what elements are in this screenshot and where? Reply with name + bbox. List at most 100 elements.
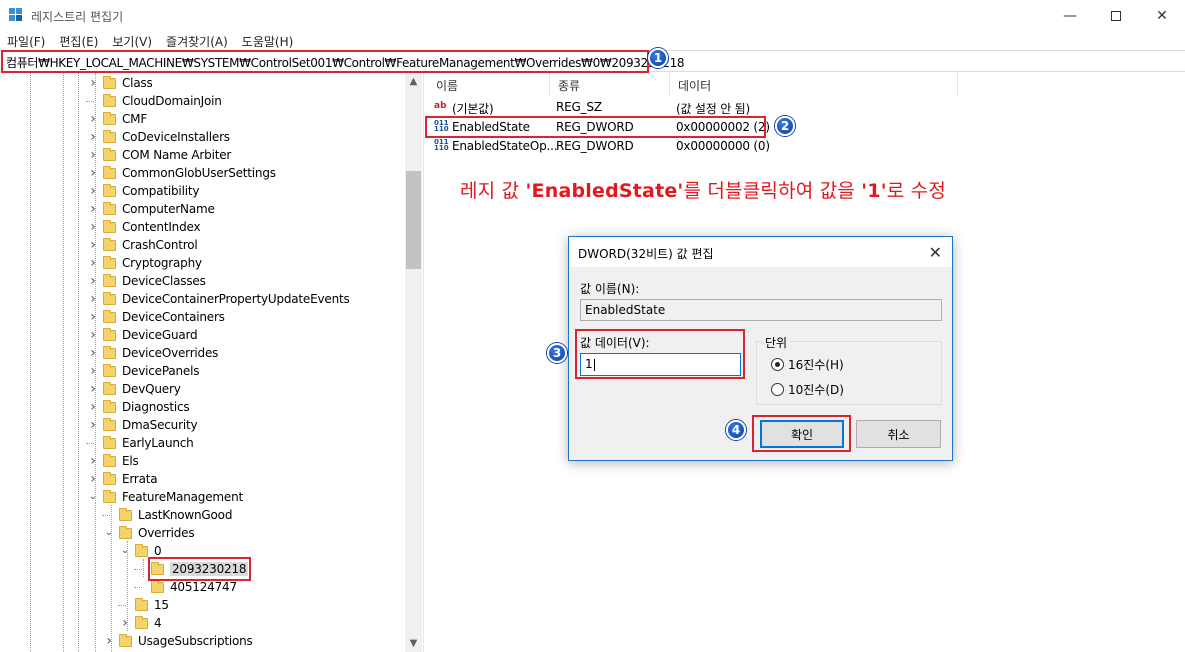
chevron-right-icon[interactable]: › xyxy=(88,184,98,198)
folder-icon xyxy=(103,129,116,143)
maximize-button[interactable] xyxy=(1093,0,1139,31)
tree-item[interactable]: UsageSubscriptions xyxy=(119,632,253,650)
menu-edit[interactable]: 편집(E) xyxy=(52,31,105,50)
chevron-right-icon[interactable]: › xyxy=(120,616,130,630)
chevron-right-icon[interactable]: › xyxy=(88,76,98,90)
value-type: REG_SZ xyxy=(556,100,602,114)
chevron-right-icon[interactable]: › xyxy=(88,220,98,234)
folder-icon xyxy=(103,75,116,89)
tree-scrollbar[interactable]: ▲ ▼ xyxy=(405,73,422,652)
tree-item[interactable]: DeviceContainerPropertyUpdateEvents xyxy=(103,290,350,308)
menu-view[interactable]: 보기(V) xyxy=(105,31,159,50)
tree-item[interactable]: CrashControl xyxy=(103,236,198,254)
tree-item[interactable]: DevQuery xyxy=(103,380,181,398)
chevron-right-icon[interactable]: › xyxy=(88,310,98,324)
chevron-right-icon[interactable]: › xyxy=(88,454,98,468)
tree-item-label: Cryptography xyxy=(122,256,202,270)
chevron-down-icon[interactable]: ⌄ xyxy=(88,492,98,502)
chevron-right-icon[interactable]: › xyxy=(88,148,98,162)
folder-icon xyxy=(103,327,116,341)
chevron-right-icon[interactable]: › xyxy=(88,328,98,342)
tree-item-label: DeviceContainerPropertyUpdateEvents xyxy=(122,292,350,306)
tree-item[interactable]: EarlyLaunch xyxy=(103,434,194,452)
tree-item[interactable]: 4 xyxy=(135,614,162,632)
tree-item[interactable]: 15 xyxy=(135,596,169,614)
chevron-right-icon[interactable]: › xyxy=(88,130,98,144)
folder-icon xyxy=(103,255,116,269)
value-data: (값 설정 안 됨) xyxy=(676,102,751,116)
column-data[interactable]: 데이터 xyxy=(670,73,958,96)
column-name[interactable]: 이름 xyxy=(428,73,550,96)
tree-item[interactable]: Compatibility xyxy=(103,182,199,200)
chevron-right-icon[interactable]: › xyxy=(88,238,98,252)
tree-item[interactable]: Diagnostics xyxy=(103,398,190,416)
tree-connector xyxy=(134,569,142,570)
tree-item[interactable]: Cryptography xyxy=(103,254,202,272)
chevron-right-icon[interactable]: › xyxy=(104,634,114,648)
tree-item[interactable]: CommonGlobUserSettings xyxy=(103,164,276,182)
chevron-right-icon[interactable]: › xyxy=(88,382,98,396)
tree-item[interactable]: CoDeviceInstallers xyxy=(103,128,230,146)
cancel-button[interactable]: 취소 xyxy=(856,420,941,448)
chevron-right-icon[interactable]: › xyxy=(88,418,98,432)
chevron-right-icon[interactable]: › xyxy=(88,364,98,378)
step-badge-2: 2 xyxy=(775,116,795,136)
step-badge-4: 4 xyxy=(726,420,746,440)
chevron-right-icon[interactable]: › xyxy=(88,166,98,180)
chevron-right-icon[interactable]: › xyxy=(88,112,98,126)
instruction-text: 레지 값 'EnabledState'를 더블클릭하여 값을 '1'로 수정 xyxy=(460,180,947,202)
tree-item[interactable]: Els xyxy=(103,452,139,470)
tree-item-label: UsageSubscriptions xyxy=(138,634,253,648)
tree-item[interactable]: ComputerName xyxy=(103,200,215,218)
value-data: 0x00000000 (0) xyxy=(676,139,770,153)
tree-item[interactable]: FeatureManagement xyxy=(103,488,243,506)
radio-unchecked-icon xyxy=(771,383,784,396)
tree-item[interactable]: DeviceGuard xyxy=(103,326,198,344)
tree-item[interactable]: DeviceContainers xyxy=(103,308,225,326)
tree-item[interactable]: DeviceOverrides xyxy=(103,344,218,362)
chevron-right-icon[interactable]: › xyxy=(88,292,98,306)
tree-item-label: Compatibility xyxy=(122,184,200,198)
menu-help[interactable]: 도움말(H) xyxy=(235,31,301,50)
tree-item[interactable]: LastKnownGood xyxy=(119,506,232,524)
close-button[interactable]: ✕ xyxy=(1139,0,1185,31)
folder-icon xyxy=(103,309,116,323)
chevron-down-icon[interactable]: ⌄ xyxy=(104,528,114,538)
minimize-button[interactable]: — xyxy=(1047,0,1093,31)
tree-item[interactable]: DevicePanels xyxy=(103,362,199,380)
dialog-close-icon[interactable]: ✕ xyxy=(929,243,942,262)
tree-item[interactable]: Class xyxy=(103,74,153,92)
tree-item[interactable]: Errata xyxy=(103,470,158,488)
folder-icon xyxy=(103,273,116,287)
dec-radio[interactable]: 10진수(D) xyxy=(771,381,844,398)
value-name: EnabledStateOp... xyxy=(452,139,558,153)
tree-item[interactable]: DeviceClasses xyxy=(103,272,206,290)
tree-item-label: Class xyxy=(122,76,153,90)
chevron-right-icon[interactable]: › xyxy=(88,400,98,414)
tree-item-label: DevicePanels xyxy=(122,364,200,378)
scroll-up-icon[interactable]: ▲ xyxy=(405,73,422,90)
chevron-right-icon[interactable]: › xyxy=(88,274,98,288)
tree-item[interactable]: ContentIndex xyxy=(103,218,201,236)
folder-icon xyxy=(103,381,116,395)
tree-item[interactable]: DmaSecurity xyxy=(103,416,198,434)
tree-item[interactable]: Overrides xyxy=(119,524,195,542)
chevron-right-icon[interactable]: › xyxy=(88,256,98,270)
menu-favorites[interactable]: 즐겨찾기(A) xyxy=(159,31,235,50)
chevron-down-icon[interactable]: ⌄ xyxy=(120,546,130,556)
chevron-right-icon[interactable]: › xyxy=(88,472,98,486)
tree-item-label: DeviceContainers xyxy=(122,310,225,324)
scroll-thumb[interactable] xyxy=(406,171,421,269)
scroll-down-icon[interactable]: ▼ xyxy=(405,635,422,652)
tree-item[interactable]: COM Name Arbiter xyxy=(103,146,231,164)
column-type[interactable]: 종류 xyxy=(550,73,670,96)
menu-file[interactable]: 파일(F) xyxy=(0,31,52,50)
enabledstate-highlight-box xyxy=(425,116,766,138)
value-name: (기본값) xyxy=(452,102,494,116)
window-title: 레지스트리 편집기 xyxy=(31,10,124,24)
tree-item[interactable]: CMF xyxy=(103,110,147,128)
chevron-right-icon[interactable]: › xyxy=(88,346,98,360)
chevron-right-icon[interactable]: › xyxy=(88,202,98,216)
tree-item[interactable]: CloudDomainJoin xyxy=(103,92,222,110)
hex-radio[interactable]: 16진수(H) xyxy=(771,356,844,373)
